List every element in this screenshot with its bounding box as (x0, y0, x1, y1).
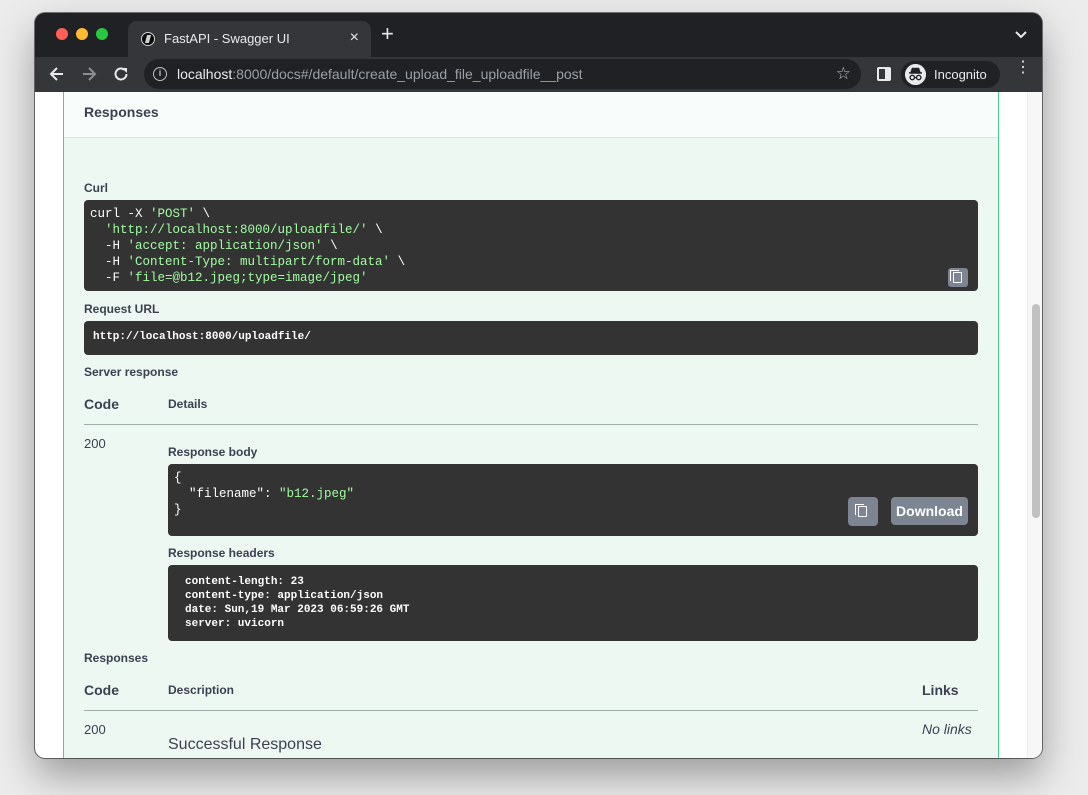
browser-tab[interactable]: FastAPI - Swagger UI × (128, 21, 371, 57)
response-headers-label: Response headers (168, 546, 275, 560)
responses-table-title: Responses (84, 651, 149, 665)
close-window-button[interactable] (56, 28, 68, 40)
curl-line: -H 'Content-Type: multipart/form-data' \ (90, 254, 972, 270)
responses-code-header: Code (84, 682, 119, 698)
curl-line-continuation: \ (322, 239, 338, 253)
maximize-window-button[interactable] (96, 28, 108, 40)
response-row-description: Successful Response (168, 736, 322, 753)
responses-section-title: Responses (84, 104, 159, 120)
reload-icon[interactable] (111, 64, 131, 84)
download-button[interactable]: Download (891, 497, 968, 525)
scrollbar-thumb[interactable] (1032, 304, 1040, 518)
code-column-header: Code (84, 396, 119, 412)
curl-label: Curl (84, 181, 108, 195)
tab-strip: FastAPI - Swagger UI × + (35, 13, 1042, 57)
responses-description-header: Description (168, 683, 235, 697)
table-divider (84, 424, 978, 425)
curl-line: curl -X 'POST' \ (90, 206, 972, 222)
curl-line: -F 'file=@b12.jpeg;type=image/jpeg' (90, 270, 972, 286)
response-headers-code-block[interactable]: content-length: 23 content-type: applicat… (168, 565, 978, 641)
response-row-code: 200 (84, 722, 106, 737)
curl-command-text: curl -X (90, 207, 151, 221)
back-arrow-icon[interactable] (47, 64, 67, 84)
fastapi-favicon-icon (141, 32, 155, 46)
page-viewport: Responses Curl curl -X 'POST' \ 'http://… (35, 92, 1042, 758)
tab-title: FastAPI - Swagger UI (164, 31, 290, 46)
tab-search-chevron-icon[interactable] (1014, 27, 1028, 41)
response-row-links: No links (922, 721, 972, 737)
curl-code-block[interactable]: curl -X 'POST' \ 'http://localhost:8000/… (84, 200, 978, 291)
incognito-profile-button[interactable]: Incognito (901, 61, 1000, 88)
tab-close-icon[interactable]: × (350, 29, 359, 47)
json-key: "filename" (189, 487, 265, 501)
request-url-box[interactable]: http://localhost:8000/uploadfile/ (84, 321, 978, 355)
curl-command-text: -H (90, 239, 128, 253)
side-panel-icon[interactable] (877, 67, 891, 81)
curl-line-continuation: \ (390, 255, 406, 269)
curl-line: -H 'accept: application/json' \ (90, 238, 972, 254)
status-code: 200 (84, 436, 106, 451)
curl-line-continuation: \ (367, 223, 383, 237)
operation-block: Responses Curl curl -X 'POST' \ 'http://… (63, 92, 999, 758)
curl-command-text: -H (90, 255, 128, 269)
page-scrollbar[interactable] (1027, 92, 1042, 758)
clipboard-icon (855, 504, 867, 517)
browser-window: FastAPI - Swagger UI × + i localhost:800… (35, 13, 1042, 758)
clipboard-icon (950, 270, 962, 283)
curl-string-literal: 'file=@b12.jpeg;type=image/jpeg' (127, 271, 368, 285)
url-text[interactable]: localhost:8000/docs#/default/create_uplo… (177, 66, 583, 82)
curl-lines: curl -X 'POST' \ 'http://localhost:8000/… (90, 206, 972, 286)
site-info-icon[interactable]: i (153, 67, 167, 81)
responses-section-header: Responses (64, 92, 998, 138)
response-header-line: date: Sun,19 Mar 2023 06:59:26 GMT (185, 604, 410, 616)
json-value: "b12.jpeg" (279, 487, 355, 501)
response-header-line: server: uvicorn (185, 618, 285, 630)
curl-line: 'http://localhost:8000/uploadfile/' \ (90, 222, 972, 238)
address-bar[interactable]: i localhost:8000/docs#/default/create_up… (144, 59, 861, 89)
response-header-lines: content-length: 23 content-type: applicat… (185, 575, 961, 631)
request-url-label: Request URL (84, 302, 160, 316)
curl-string-literal: 'http://localhost:8000/uploadfile/' (105, 223, 368, 237)
url-host: localhost (177, 66, 233, 82)
json-colon: : (264, 487, 280, 501)
copy-response-body-button[interactable] (848, 497, 878, 526)
browser-menu-icon[interactable]: ⋮ (1015, 60, 1031, 76)
minimize-window-button[interactable] (76, 28, 88, 40)
bookmark-star-icon[interactable]: ☆ (836, 64, 851, 84)
curl-command-text (90, 223, 105, 237)
incognito-label: Incognito (934, 67, 987, 82)
curl-string-literal: 'accept: application/json' (127, 239, 323, 253)
curl-command-text: -F (90, 271, 128, 285)
forward-arrow-icon[interactable] (79, 64, 99, 84)
url-path: :8000/docs#/default/create_upload_file_u… (232, 66, 583, 82)
responses-table-divider (84, 710, 978, 711)
responses-links-header: Links (922, 682, 959, 698)
curl-string-literal: 'POST' (150, 207, 196, 221)
new-tab-button[interactable]: + (381, 23, 394, 45)
details-column-header: Details (168, 397, 208, 411)
json-open-brace: { (174, 471, 182, 485)
curl-line-continuation: \ (195, 207, 211, 221)
response-header-line: content-length: 23 (185, 576, 304, 588)
browser-toolbar: i localhost:8000/docs#/default/create_up… (35, 57, 1042, 92)
response-header-line: content-type: application/json (185, 590, 384, 602)
copy-curl-button[interactable] (948, 268, 968, 287)
response-body-label: Response body (168, 445, 258, 459)
curl-string-literal: 'Content-Type: multipart/form-data' (127, 255, 391, 269)
server-response-label: Server response (84, 365, 179, 379)
incognito-icon (905, 64, 926, 85)
